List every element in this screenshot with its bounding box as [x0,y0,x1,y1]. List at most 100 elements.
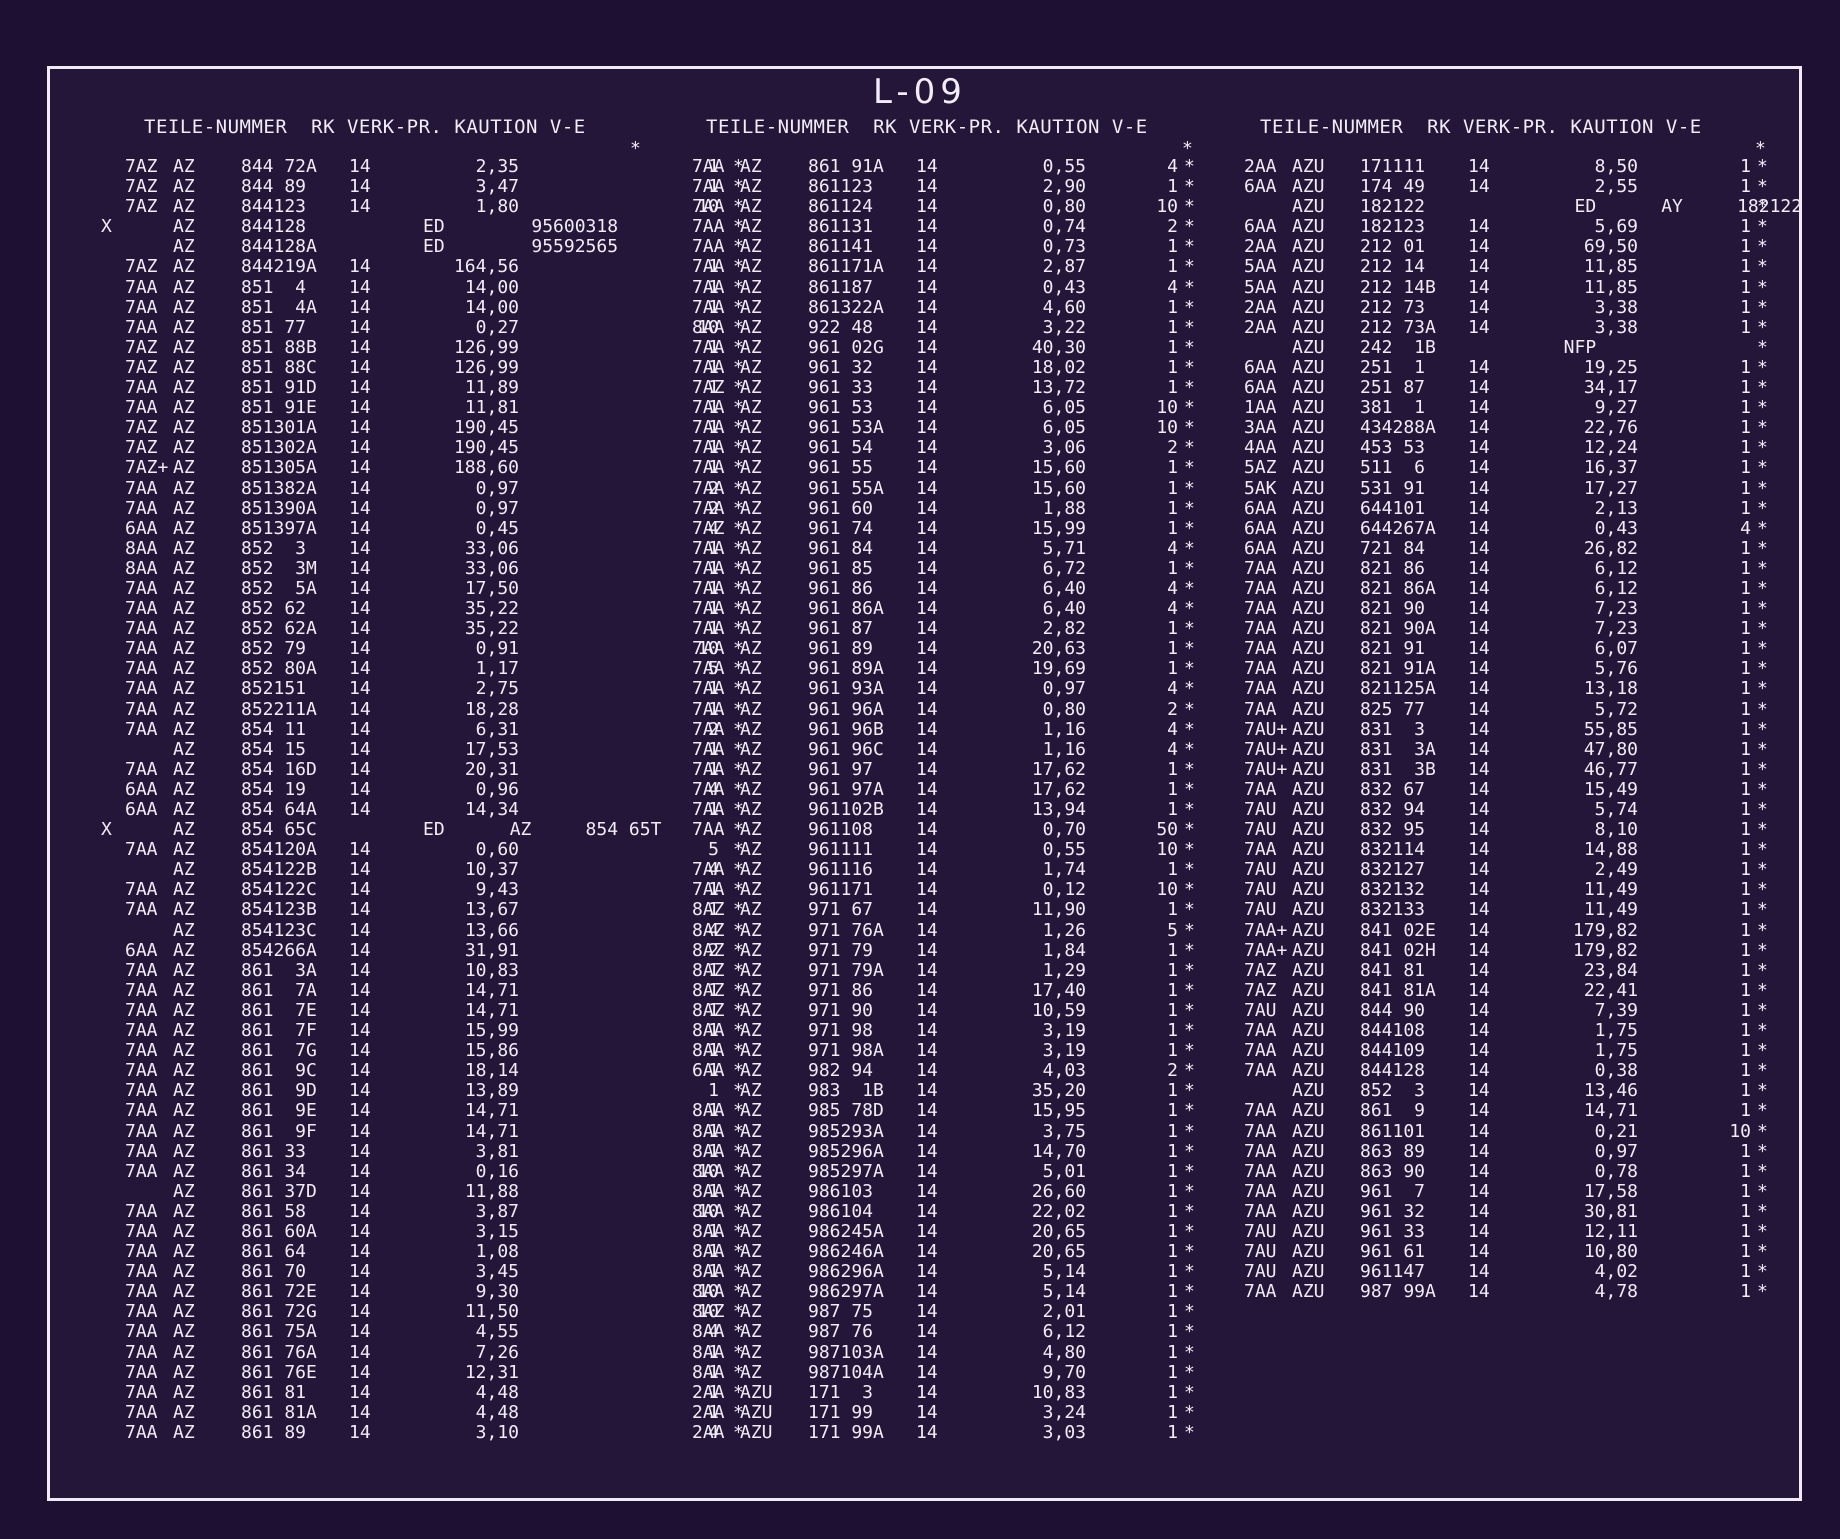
part-number: 961 97A [808,778,884,800]
row-star: * [1184,557,1195,579]
pack-unit: 1 [1167,336,1178,358]
rk-code: 14 [349,999,371,1021]
sale-price: 9,30 [475,1281,519,1303]
row-star: * [1757,537,1768,559]
rk-code: 14 [349,1361,371,1383]
part-number: 961111 [808,839,874,861]
part-prefix: AZ [740,1361,762,1383]
row-star: * [1184,1180,1195,1202]
group-code: 7AU [1244,1220,1277,1242]
sale-price: 46,77 [1583,758,1638,780]
pack-unit: 1 [1167,1080,1178,1102]
sale-price: 8,50 [1594,156,1638,177]
part-number: 832132 [1360,879,1426,901]
row-star: * [1757,1261,1768,1283]
sale-price: 14,88 [1583,839,1638,861]
rk-code: 14 [1468,979,1490,1001]
part-prefix: AZ [740,236,762,258]
rk-code: 14 [1468,417,1490,439]
part-prefix: AZ [173,1160,195,1182]
group-code: 7AA [1244,1200,1277,1222]
part-prefix: AZ [740,1301,762,1323]
row-star: * [1757,1241,1768,1263]
rk-code: 14 [1468,1200,1490,1222]
sale-price: 15,86 [464,1040,519,1062]
sale-price: 10,80 [1583,1241,1638,1263]
rk-code: 14 [1468,1020,1490,1042]
part-prefix: AZ [740,678,762,700]
pack-unit: 1 [1740,497,1751,519]
group-code: 7AZ [125,417,158,439]
part-number: 861187 [808,276,874,298]
sale-price: 164,56 [453,256,519,278]
part-prefix: AZ [740,1060,762,1082]
group-code: 7AA [692,618,725,640]
part-prefix: AZ [173,778,195,800]
group-code: 7AA [692,557,725,579]
sale-price: 0,27 [475,316,519,338]
pack-unit: 1 [1167,477,1178,499]
rk-code: 14 [916,618,938,640]
sale-price: 26,82 [1583,537,1638,559]
rk-code: 14 [349,276,371,298]
rk-code: 14 [349,517,371,539]
rk-code: 14 [916,517,938,539]
group-code: 7AA [125,598,158,620]
part-prefix: AZU [1292,296,1325,318]
pack-unit: 1 [1167,1381,1178,1403]
part-prefix: AZ [173,256,195,278]
sale-price: 18,02 [1031,356,1086,378]
rk-code: 14 [1468,638,1490,660]
pack-unit: 1 [1740,738,1751,760]
pack-unit: 4 [1167,598,1178,620]
part-number: 174 49 [1360,176,1426,198]
rk-code: 14 [1468,457,1490,479]
sale-price: 0,97 [475,497,519,519]
part-number: 861 34 [241,1160,307,1182]
rk-code: 14 [1468,437,1490,459]
part-prefix: AZ [740,156,762,177]
rk-code: 14 [916,778,938,800]
row-star: * [1757,517,1768,539]
row-star: * [1184,397,1195,419]
group-code: 7AA [125,276,158,298]
group-code: 2AA [1244,156,1277,177]
sale-price: 2,75 [475,678,519,700]
rk-code: 14 [916,236,938,258]
part-prefix: AZ [740,537,762,559]
rk-code: 14 [916,738,938,760]
row-star: * [1184,176,1195,198]
pack-unit: 10 [1729,1120,1751,1142]
group-code: 6AA [125,778,158,800]
row-star: * [1757,356,1768,378]
group-code: 6AA [1244,356,1277,378]
sale-price: 3,47 [475,176,519,198]
row-star: * [1184,1401,1195,1423]
part-number: 852 62A [241,618,317,640]
sale-price: 22,02 [1031,1200,1086,1222]
pack-unit: 1 [1740,1100,1751,1122]
group-code: 8AA [692,1281,725,1303]
part-number: 971 98A [808,1040,884,1062]
sale-price: 4,48 [475,1381,519,1403]
sale-price: 10,83 [464,959,519,981]
pack-unit: 1 [1740,356,1751,378]
pack-unit: 1 [1740,276,1751,298]
part-prefix: AZ [740,879,762,901]
row-star: * [1757,377,1768,399]
part-prefix: AZ [173,1361,195,1383]
group-code: 7AA [125,1080,158,1102]
part-prefix: AZ [173,1220,195,1242]
part-prefix: AZ [173,577,195,599]
sale-price: 179,82 [1572,939,1638,961]
rk-code: 14 [1468,799,1490,820]
rk-code: 14 [349,638,371,660]
pack-unit: 4 [1167,537,1178,559]
pack-unit: 1 [1167,939,1178,961]
part-number: 841 02E [1360,919,1436,941]
part-number: 854122C [241,879,317,901]
pack-unit: 1 [1740,718,1751,740]
sale-price: 15,60 [1031,457,1086,479]
part-prefix: AZ [740,477,762,499]
pack-unit: 1 [1167,1241,1178,1263]
